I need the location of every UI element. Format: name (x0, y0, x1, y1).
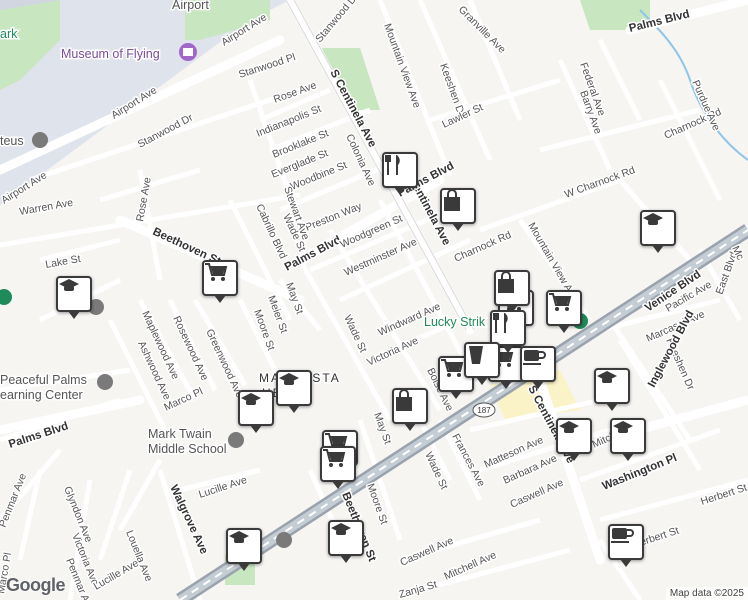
drink-glass-icon (469, 346, 483, 364)
school-marker[interactable] (276, 370, 312, 413)
street-stanwood-dr-top: Stanwood Dr (313, 0, 362, 45)
park-label: ark (0, 27, 18, 41)
street-penmar-1: Penmar Ave (0, 472, 29, 529)
learning-center-label: Peaceful Palms (0, 373, 87, 387)
shopping-cart-icon (205, 263, 228, 281)
market-label: Lucky Strik (424, 315, 486, 329)
learning-center-label-2: earning Center (0, 388, 83, 402)
graduation-cap-icon (643, 213, 663, 225)
street-w-charnock: W Charnock Rd (563, 164, 637, 201)
drink-marker[interactable] (464, 342, 500, 385)
shopping-bag-icon (498, 272, 514, 293)
school-marker[interactable] (56, 276, 92, 319)
school-south-icon (276, 532, 292, 548)
restaurant-marker[interactable] (490, 310, 526, 353)
museum-icon-inner (183, 48, 193, 56)
graduation-cap-icon (241, 393, 261, 405)
graduation-cap-icon (229, 531, 249, 543)
airport-label: Airport (172, 0, 209, 12)
grocery-marker[interactable] (320, 446, 356, 489)
street-mountain-view-1: Mountain View Ave (381, 22, 423, 110)
school-marker[interactable] (556, 418, 592, 461)
school-marker[interactable] (226, 528, 262, 571)
school-marker[interactable] (594, 368, 630, 411)
cafe-marker[interactable] (520, 346, 556, 389)
map-attribution[interactable]: Map data ©2025 (665, 587, 748, 600)
shopping-bag-icon (396, 390, 412, 411)
map-canvas[interactable]: 187 Airport Museum of Flying teus ark Pe… (0, 0, 748, 600)
street-caswell-2: Caswell Ave (398, 535, 455, 569)
route-shield: 187 (472, 402, 496, 418)
google-logo: Google (6, 575, 66, 595)
street-stanwood-dr-1: Stanwood Dr (136, 111, 196, 150)
graduation-cap-icon (331, 523, 351, 535)
shopping-marker[interactable] (440, 188, 476, 231)
graduation-cap-icon (559, 421, 579, 433)
shopping-cart-icon (549, 293, 572, 311)
learning-center-icon (97, 374, 113, 390)
fork-knife-icon (385, 155, 400, 175)
school-marker[interactable] (328, 520, 364, 563)
street-granville: Granville Ave (456, 4, 508, 56)
cafe-marker[interactable] (608, 524, 644, 567)
grocery-marker[interactable] (546, 290, 582, 333)
teus-label: teus (0, 134, 24, 148)
museum-label: Museum of Flying (61, 47, 160, 61)
graduation-cap-icon (279, 373, 299, 385)
park-icon (0, 289, 12, 305)
graduation-cap-icon (613, 421, 633, 433)
coffee-cup-icon (611, 528, 634, 543)
shopping-marker[interactable] (392, 388, 428, 431)
street-louella: Louella Ave (123, 529, 154, 584)
fork-knife-icon (493, 313, 508, 333)
grocery-marker[interactable] (202, 260, 238, 303)
graduation-cap-icon (597, 371, 617, 383)
route-shield-label: 187 (477, 406, 491, 415)
school-marker[interactable] (640, 210, 676, 253)
shopping-cart-icon (323, 449, 346, 467)
shopping-cart-icon (441, 359, 464, 377)
coffee-cup-icon (523, 350, 546, 365)
school-marker[interactable] (238, 390, 274, 433)
street-greenwood: Greenwood Ave (203, 327, 245, 400)
street-charnock-rd-1: Charnock Rd (452, 229, 513, 265)
map-base-layer: 187 Airport Museum of Flying teus ark Pe… (0, 0, 748, 600)
middle-school-icon (228, 432, 244, 448)
graduation-cap-icon (59, 279, 79, 291)
street-lucille-2: Lucille Ave (92, 557, 141, 592)
street-rose-ave-2: Rose Ave (272, 79, 318, 106)
street-warren-ave: Warren Ave (18, 197, 74, 218)
shopping-bag-icon (444, 190, 460, 211)
street-wade-2: Wade St (341, 313, 369, 354)
school-label: Mark Twain (148, 427, 212, 441)
school-label-2: Middle School (148, 442, 227, 456)
street-zanja: Zanja St (398, 579, 439, 600)
restaurant-marker[interactable] (382, 152, 418, 195)
landmark-icon (32, 132, 48, 148)
shopping-marker[interactable] (494, 270, 530, 313)
school-marker[interactable] (610, 418, 646, 461)
